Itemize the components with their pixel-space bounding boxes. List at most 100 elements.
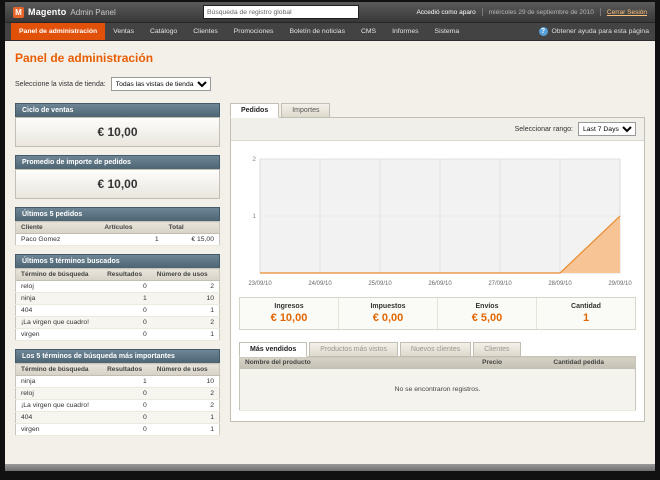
nav-item-system[interactable]: Sistema — [427, 23, 468, 40]
tab-pedidos[interactable]: Pedidos — [230, 103, 280, 118]
cell-resultados: 0 — [102, 328, 152, 341]
table-row[interactable]: ninja 1 10 — [15, 375, 220, 388]
table-row[interactable]: reloj 0 2 — [15, 387, 220, 400]
cell-usos: 1 — [151, 304, 220, 317]
cell-usos: 2 — [151, 399, 220, 412]
cell-termino: ninja — [15, 292, 103, 305]
cell-termino: 404 — [15, 304, 103, 317]
cell-termino: 404 — [15, 411, 103, 424]
last-orders-header: Últimos 5 pedidos — [15, 207, 220, 221]
table-row[interactable]: virgen 0 1 — [15, 423, 220, 436]
svg-text:28/09/10: 28/09/10 — [548, 281, 572, 287]
table-row[interactable]: ¡La virgen que cuadro! 0 2 — [15, 316, 220, 329]
cell-usos: 10 — [151, 292, 220, 305]
cell-termino: ¡La virgen que cuadro! — [15, 316, 103, 329]
col-precio: Precio — [477, 356, 549, 369]
stat-value: 1 — [582, 312, 590, 324]
col-nombre-producto: Nombre del producto — [239, 356, 478, 369]
lifetime-sales-value: € 10,00 — [15, 117, 220, 147]
col-articulos: Artículos — [99, 221, 164, 234]
magento-logo[interactable]: M Magento Admin Panel — [13, 6, 203, 18]
nav-item-newsletter[interactable]: Boletín de noticias — [281, 23, 353, 40]
table-row[interactable]: virgen 0 1 — [15, 328, 220, 341]
logged-in-as-text: Accedió como aparo — [416, 8, 476, 16]
table-row[interactable]: ¡La virgen que cuadro! 0 2 — [15, 399, 220, 412]
col-termino: Término de búsqueda — [15, 268, 103, 281]
cell-usos: 10 — [151, 375, 220, 388]
tab-clientes[interactable]: Clientes — [473, 342, 521, 357]
tab-importes[interactable]: Importes — [281, 103, 331, 118]
store-view-select[interactable]: Todas las vistas de tienda — [110, 77, 211, 91]
grids-tabs: Más vendidos Productos más vistos Nuevos… — [239, 342, 636, 357]
stat-cantidad: Cantidad 1 — [536, 298, 635, 329]
nav-item-customers[interactable]: Clientes — [185, 23, 226, 40]
table-row[interactable]: ninja 1 10 — [15, 292, 220, 305]
tab-nuevos-clientes[interactable]: Nuevos clientes — [399, 342, 472, 357]
stat-ingresos: Ingresos € 10,00 — [240, 298, 338, 329]
nav-item-sales[interactable]: Ventas — [105, 23, 142, 40]
table-row[interactable]: Paco Gomez 1 € 15,00 — [15, 233, 220, 246]
stat-label: Impuestos — [370, 303, 406, 310]
window-bottom-edge — [5, 464, 655, 471]
cell-termino: ninja — [15, 375, 103, 388]
cell-resultados: 0 — [102, 316, 152, 329]
separator — [481, 8, 483, 16]
tab-productos-mas-vistos[interactable]: Productos más vistos — [309, 342, 398, 357]
last-orders-card: Últimos 5 pedidos Cliente Artículos Tota… — [15, 207, 220, 246]
stat-envios: Envíos € 5,00 — [437, 298, 536, 329]
stat-value: € 5,00 — [471, 312, 503, 324]
nav-item-promotions[interactable]: Promociones — [226, 23, 282, 40]
nav-item-reports[interactable]: Informes — [384, 23, 426, 40]
nav-item-cms[interactable]: CMS — [353, 23, 384, 40]
nav-item-dashboard[interactable]: Panel de administración — [11, 23, 106, 40]
last-search-card: Últimos 5 términos buscados Término de b… — [15, 254, 220, 341]
cell-termino: virgen — [15, 328, 103, 341]
orders-chart: 1 2 23/09/10 24/09/10 25/09/10 26/09/10 27/09/… — [231, 141, 644, 289]
help-icon: ? — [538, 27, 548, 36]
global-search-input[interactable] — [203, 5, 359, 19]
table-row[interactable]: reloj 0 2 — [15, 280, 220, 293]
cell-resultados: 0 — [102, 304, 152, 317]
page-help-link[interactable]: ? Obtener ayuda para esta página — [538, 23, 650, 40]
brand-suffix: Admin Panel — [70, 7, 116, 17]
top-search-card: Los 5 términos de búsqueda más important… — [15, 349, 220, 436]
products-table: Nombre del producto Precio Cantidad pedi… — [239, 356, 636, 411]
top-search-header: Los 5 términos de búsqueda más important… — [15, 349, 220, 363]
col-resultados: Resultados — [102, 268, 152, 281]
page-help-label: Obtener ayuda para esta página — [551, 28, 650, 35]
col-usos: Número de usos — [151, 268, 220, 281]
tab-mas-vendidos[interactable]: Más vendidos — [239, 342, 308, 357]
cell-total: € 15,00 — [163, 233, 220, 246]
cell-usos: 1 — [151, 328, 220, 341]
cell-usos: 1 — [151, 423, 220, 436]
svg-text:27/09/10: 27/09/10 — [488, 281, 512, 287]
svg-text:24/09/10: 24/09/10 — [308, 281, 332, 287]
table-row[interactable]: 404 0 1 — [15, 411, 220, 424]
svg-text:29/09/10: 29/09/10 — [608, 281, 632, 287]
range-label: Seleccionar rango: — [514, 125, 573, 133]
last-search-table: Término de búsqueda Resultados Número de… — [15, 268, 220, 341]
magento-logo-icon: M — [13, 6, 24, 18]
empty-row: No se encontraron registros. — [239, 368, 636, 411]
cell-resultados: 0 — [102, 280, 152, 293]
diagram-tabs: Pedidos Importes — [230, 103, 645, 118]
col-cantidad-pedida: Cantidad pedida — [548, 356, 636, 369]
lifetime-sales-card: Ciclo de ventas € 10,00 — [15, 103, 220, 147]
col-cliente: Cliente — [15, 221, 100, 234]
stat-label: Envíos — [475, 303, 499, 310]
nav-item-catalog[interactable]: Catálogo — [142, 23, 185, 40]
store-view-switcher: Seleccione la vista de tienda: Todas las… — [15, 77, 645, 91]
page-title: Panel de administración — [15, 51, 154, 65]
range-row: Seleccionar rango: Last 7 Days — [231, 118, 644, 141]
stat-impuestos: Impuestos € 0,00 — [338, 298, 437, 329]
stat-label: Ingresos — [274, 303, 304, 310]
range-select[interactable]: Last 7 Days — [578, 122, 636, 136]
cell-articulos: 1 — [99, 233, 164, 246]
table-row[interactable]: 404 0 1 — [15, 304, 220, 317]
logout-link[interactable]: Cerrar Sesión — [607, 9, 647, 16]
cell-usos: 2 — [151, 316, 220, 329]
totals-row: Ingresos € 10,00 Impuestos € 0,00 Envíos… — [239, 297, 636, 330]
cell-termino: virgen — [15, 423, 103, 436]
cell-resultados: 1 — [102, 375, 152, 388]
cell-resultados: 0 — [102, 387, 152, 400]
